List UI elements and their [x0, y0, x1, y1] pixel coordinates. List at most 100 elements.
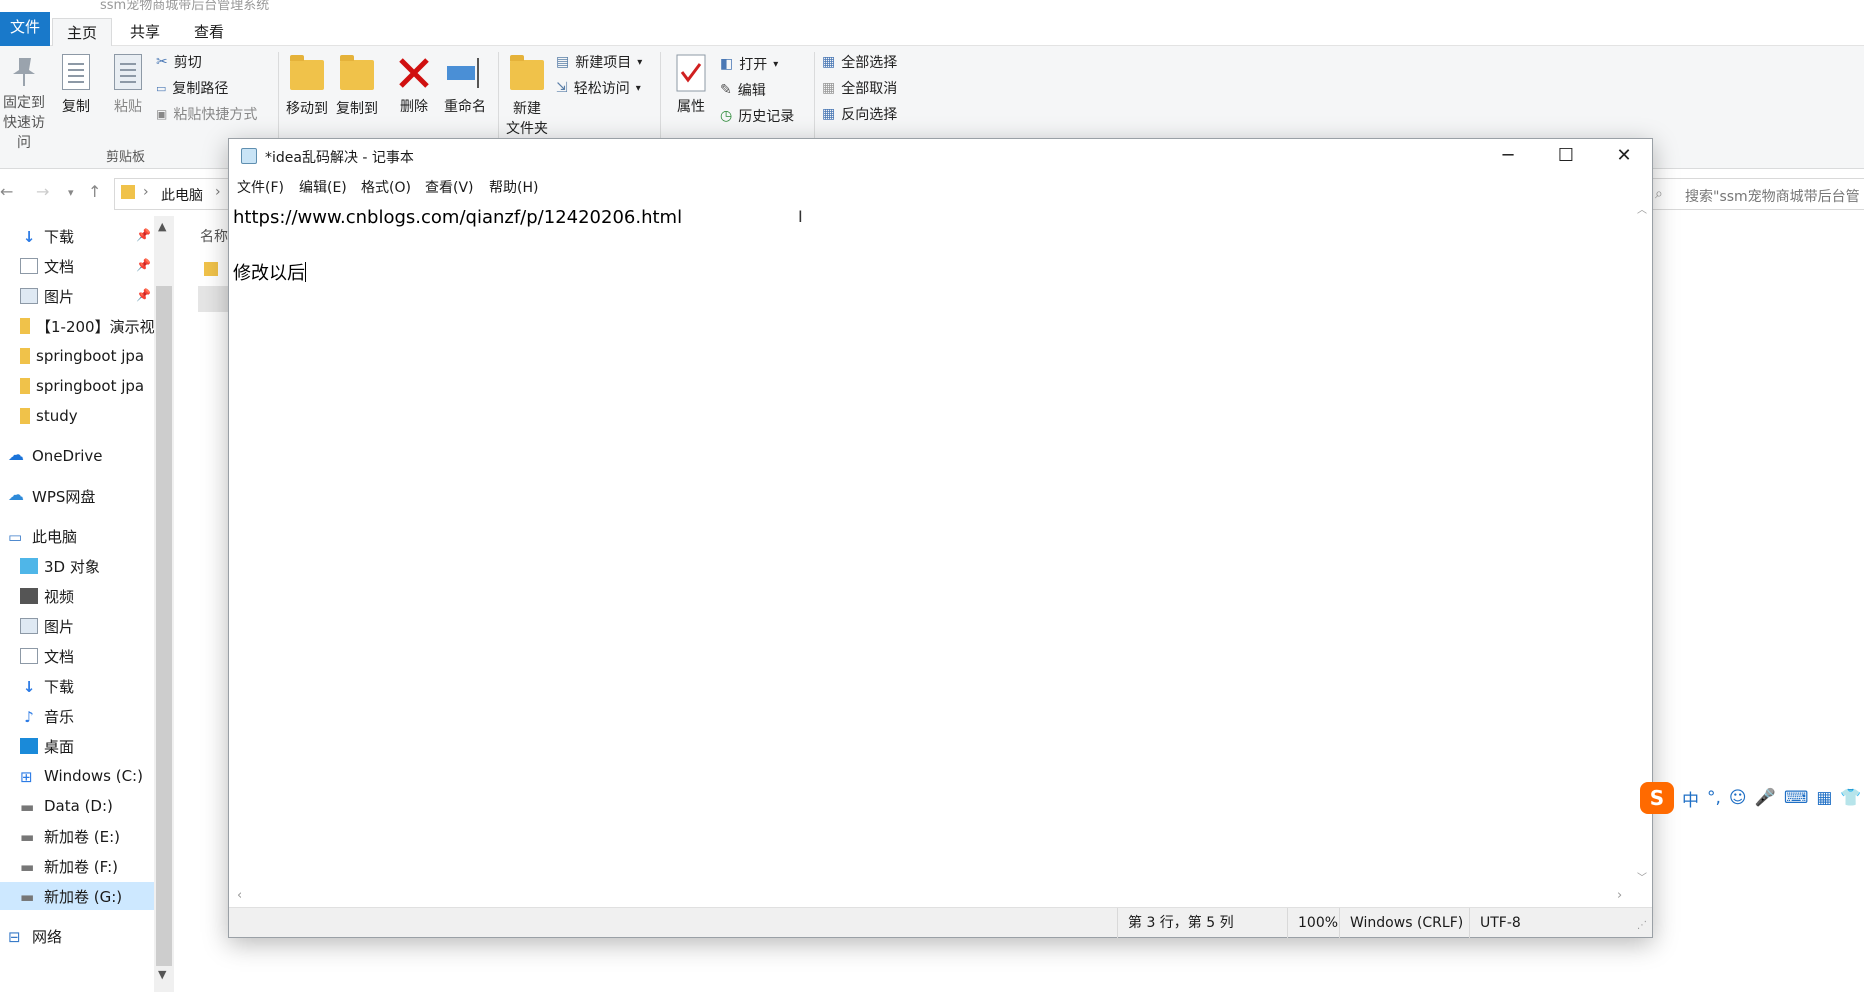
new-folder-button[interactable]: 新建 文件夹: [502, 54, 552, 138]
delete-button[interactable]: 删除: [394, 54, 434, 116]
download-arrow-icon: ↓: [22, 228, 36, 246]
resize-grip-icon[interactable]: ⋰: [1637, 920, 1647, 931]
chevron-right-icon[interactable]: ›: [1617, 888, 1622, 903]
properties-button[interactable]: 属性: [670, 54, 712, 116]
dropdown-icon: ▾: [637, 56, 643, 68]
folder-icon[interactable]: [204, 262, 218, 276]
ibeam-cursor-icon: Ⅰ: [798, 207, 803, 226]
nav-item-this-pc[interactable]: ▭ 此电脑: [0, 522, 154, 550]
close-button[interactable]: ✕: [1595, 139, 1653, 173]
nav-item-network[interactable]: ⊟ 网络: [0, 922, 154, 950]
nav-item-downloads-2[interactable]: ↓ 下载: [0, 672, 154, 700]
rename-button[interactable]: 重命名: [440, 54, 490, 116]
menu-format[interactable]: 格式(O): [361, 177, 411, 197]
nav-item-documents-2[interactable]: 文档: [0, 642, 154, 670]
nav-item-videos[interactable]: 视频: [0, 582, 154, 610]
tab-view[interactable]: 查看: [180, 18, 238, 46]
tab-share[interactable]: 共享: [116, 18, 174, 46]
move-to-button[interactable]: 移动到: [284, 54, 330, 118]
copy-to-button[interactable]: 复制到: [334, 54, 380, 118]
back-arrow-icon[interactable]: ←: [0, 182, 13, 201]
nav-item-music[interactable]: ♪ 音乐: [0, 702, 154, 730]
up-arrow-icon[interactable]: ↑: [88, 182, 101, 201]
scroll-up-icon[interactable]: ▲: [158, 220, 166, 233]
status-position: 第 3 行，第 5 列: [1117, 908, 1287, 938]
nav-item-folder-study[interactable]: study: [0, 402, 154, 430]
history-label: 历史记录: [738, 109, 795, 125]
history-button[interactable]: ◷ 历史记录: [720, 106, 794, 126]
nav-item-desktop[interactable]: 桌面: [0, 732, 154, 760]
text-line-3-content: 修改以后: [233, 263, 305, 284]
nav-item-pictures-2[interactable]: 图片: [0, 612, 154, 640]
properties-icon: [676, 54, 706, 92]
invert-selection-button[interactable]: ▦ 反向选择: [822, 104, 897, 124]
file-row-selected[interactable]: [198, 286, 228, 312]
open-button[interactable]: ◧ 打开 ▾: [720, 54, 778, 74]
ime-mode-toggle[interactable]: 中: [1682, 786, 1699, 811]
nav-item-wps[interactable]: ☁ WPS网盘: [0, 482, 154, 510]
nav-item-3d-objects[interactable]: 3D 对象: [0, 552, 154, 580]
nav-item-label: OneDrive: [32, 447, 103, 465]
tab-home[interactable]: 主页: [52, 18, 113, 46]
column-header-name[interactable]: 名称: [200, 226, 228, 246]
nav-item-drive-f[interactable]: ▬ 新加卷 (F:): [0, 852, 154, 880]
copy-button[interactable]: 复制: [56, 54, 96, 116]
sogou-logo-icon[interactable]: S: [1640, 782, 1674, 814]
toolbox-icon[interactable]: ▦: [1816, 788, 1832, 808]
nav-item-drive-d[interactable]: ▬ Data (D:): [0, 792, 154, 820]
nav-item-drive-e[interactable]: ▬ 新加卷 (E:): [0, 822, 154, 850]
edit-button[interactable]: ✎ 编辑: [720, 80, 766, 100]
menu-help[interactable]: 帮助(H): [489, 177, 538, 197]
notepad-title-bar[interactable]: *idea乱码解决 - 记事本 ─ ☐ ✕: [229, 139, 1652, 173]
nav-item-pictures[interactable]: 图片: [0, 282, 154, 310]
nav-item-drive-g[interactable]: ▬ 新加卷 (G:): [0, 882, 154, 910]
edit-label: 编辑: [737, 83, 766, 99]
microphone-icon[interactable]: 🎤: [1755, 788, 1776, 808]
search-input[interactable]: ⌕ 搜索"ssm宠物商城带后台管: [1640, 178, 1864, 210]
new-item-button[interactable]: ▤ 新建项目 ▾: [556, 52, 642, 72]
emoji-icon[interactable]: ☺: [1729, 788, 1747, 808]
menu-view[interactable]: 查看(V): [425, 177, 474, 197]
copy-to-label: 复制到: [336, 101, 378, 117]
nav-item-documents[interactable]: 文档: [0, 252, 154, 280]
nav-item-label: 文档: [44, 647, 75, 666]
notepad-text-area[interactable]: https://www.cnblogs.com/qianzf/p/1242020…: [229, 199, 1632, 887]
pin-quick-access-button[interactable]: 固定到 快速访问: [0, 54, 48, 152]
nav-item-label: 网络: [32, 927, 63, 946]
dropdown-icon: ▾: [773, 58, 779, 70]
minimize-button[interactable]: ─: [1479, 139, 1537, 173]
select-none-button[interactable]: ▦ 全部取消: [822, 78, 897, 98]
chevron-left-icon[interactable]: ‹: [237, 888, 242, 903]
select-all-button[interactable]: ▦ 全部选择: [822, 52, 897, 72]
nav-item-folder-demo[interactable]: 【1-200】演示视: [0, 312, 154, 340]
skin-shirt-icon[interactable]: 👕: [1840, 788, 1861, 808]
maximize-button[interactable]: ☐: [1537, 139, 1595, 173]
chevron-up-icon[interactable]: ︿: [1637, 201, 1647, 216]
nav-item-folder-springboot-1[interactable]: springboot jpa: [0, 342, 154, 370]
menu-file[interactable]: 文件(F): [237, 177, 284, 197]
paste-label: 粘贴: [114, 99, 142, 115]
scroll-down-icon[interactable]: ▼: [158, 968, 166, 981]
rename-label: 重命名: [444, 99, 486, 115]
paste-button[interactable]: 粘贴: [108, 54, 148, 116]
copy-path-button[interactable]: ▭ 复制路径: [156, 78, 228, 98]
breadcrumb-this-pc[interactable]: 此电脑: [161, 185, 203, 205]
recent-dropdown-icon[interactable]: ▾: [68, 186, 74, 199]
paste-shortcut-button[interactable]: ▣ 粘贴快捷方式: [156, 104, 257, 124]
menu-edit[interactable]: 编辑(E): [299, 177, 347, 197]
nav-item-drive-c[interactable]: ⊞ Windows (C:): [0, 762, 154, 790]
tab-file[interactable]: 文件: [0, 12, 50, 46]
nav-item-downloads[interactable]: ↓ 下载: [0, 222, 154, 250]
easy-access-button[interactable]: ⇲ 轻松访问 ▾: [556, 78, 641, 98]
nav-item-label: 3D 对象: [44, 557, 100, 576]
notepad-horizontal-scrollbar[interactable]: ‹ ›: [229, 887, 1632, 907]
nav-item-onedrive[interactable]: ☁ OneDrive: [0, 442, 154, 470]
nav-item-folder-springboot-2[interactable]: springboot jpa: [0, 372, 154, 400]
keyboard-icon[interactable]: ⌨: [1784, 788, 1809, 808]
nav-item-label: 新加卷 (F:): [44, 857, 118, 876]
nav-scrollbar-thumb[interactable]: [156, 286, 172, 966]
cut-button[interactable]: ✂ 剪切: [156, 52, 202, 72]
ime-punctuation-toggle[interactable]: °,: [1707, 788, 1721, 808]
forward-arrow-icon[interactable]: →: [36, 182, 49, 201]
chevron-down-icon[interactable]: ﹀: [1637, 869, 1647, 884]
